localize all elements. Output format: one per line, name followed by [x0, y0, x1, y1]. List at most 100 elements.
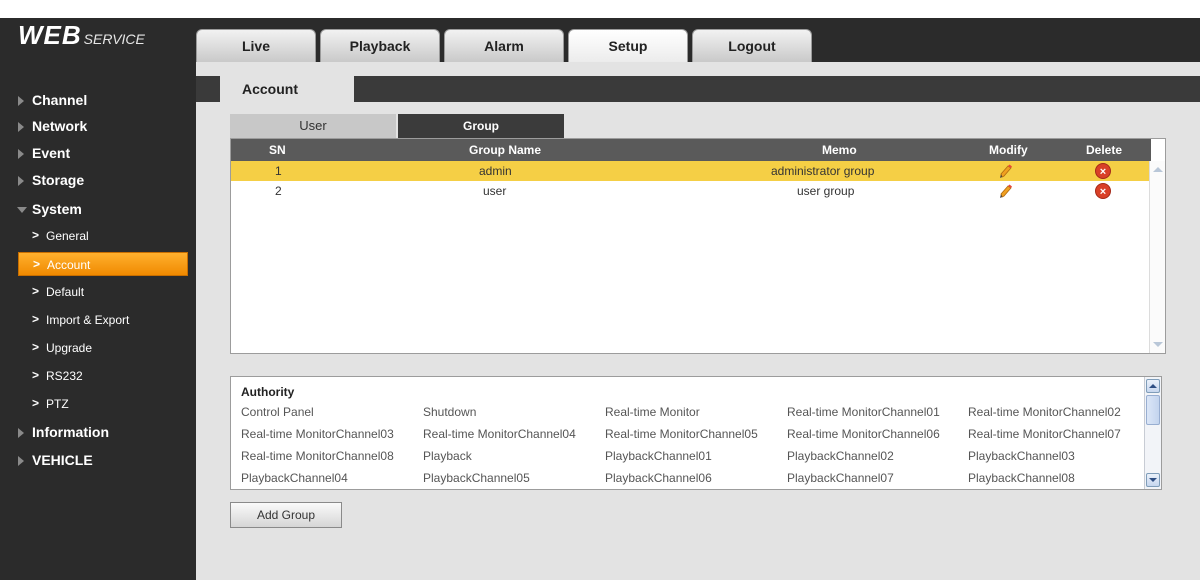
nav-tab-alarm[interactable]: Alarm: [444, 29, 564, 62]
chevron-right-icon: >: [32, 312, 40, 326]
cell-memo: administrator group: [771, 164, 875, 178]
sidebar-subitem-label: Upgrade: [46, 341, 93, 355]
cell-sn: 2: [275, 184, 282, 198]
table-row[interactable]: 2 user user group ×: [231, 181, 1149, 201]
chevron-right-icon: >: [32, 396, 40, 410]
sidebar-item-label: Network: [32, 118, 88, 134]
sidebar-subitem-default[interactable]: > Default: [18, 280, 188, 304]
header-memo: Memo: [822, 143, 857, 157]
chevron-right-icon: >: [33, 257, 41, 271]
cell-group-name: admin: [479, 164, 512, 178]
logo: WEB SERVICE: [18, 20, 145, 51]
delete-icon[interactable]: ×: [1095, 183, 1111, 199]
tab-account[interactable]: Account: [220, 75, 354, 103]
sidebar-item-event[interactable]: Event: [0, 141, 196, 167]
authority-item: Real-time MonitorChannel08: [241, 449, 394, 463]
authority-item: PlaybackChannel04: [241, 471, 348, 485]
top-header: WEB SERVICE Live Playback Alarm Setup Log…: [0, 18, 1200, 62]
authority-item: Real-time Monitor: [605, 405, 700, 419]
sidebar-subitem-rs232[interactable]: > RS232: [18, 364, 188, 388]
chevron-right-icon: >: [32, 340, 40, 354]
authority-item: Real-time MonitorChannel07: [968, 427, 1121, 441]
authority-item: Real-time MonitorChannel04: [423, 427, 576, 441]
sidebar-item-storage[interactable]: Storage: [0, 168, 196, 194]
chevron-right-icon: >: [32, 228, 40, 242]
authority-title: Authority: [241, 385, 295, 399]
cell-sn: 1: [275, 164, 282, 178]
group-table: SN Group Name Memo Modify Delete 1 admin…: [230, 138, 1166, 354]
sidebar-item-label: System: [32, 201, 82, 217]
sidebar-subitem-upgrade[interactable]: > Upgrade: [18, 336, 188, 360]
authority-item: PlaybackChannel07: [787, 471, 894, 485]
scroll-up-icon[interactable]: [1153, 167, 1163, 172]
sidebar-item-system[interactable]: System: [0, 197, 196, 223]
collapsed-triangle-icon: [18, 96, 24, 106]
sidebar-item-label: Event: [32, 145, 71, 161]
content-area: Account User Group SN Group Name Memo Mo…: [196, 62, 1200, 580]
header-group-name: Group Name: [469, 143, 542, 157]
nav-tab-logout[interactable]: Logout: [692, 29, 812, 62]
sidebar-item-label: Information: [32, 424, 109, 440]
authority-item: PlaybackChannel02: [787, 449, 894, 463]
logo-web: WEB: [18, 20, 82, 50]
sidebar-item-label: VEHICLE: [32, 452, 93, 468]
sidebar-subitem-ptz[interactable]: > PTZ: [18, 392, 188, 416]
table-scrollbar[interactable]: [1149, 161, 1165, 353]
sidebar-item-information[interactable]: Information: [0, 420, 196, 446]
sidebar-item-network[interactable]: Network: [0, 114, 196, 140]
nav-tab-live[interactable]: Live: [196, 29, 316, 62]
authority-item: PlaybackChannel05: [423, 471, 530, 485]
collapsed-triangle-icon: [18, 456, 24, 466]
sidebar-subitem-label: Account: [47, 258, 91, 272]
delete-icon[interactable]: ×: [1095, 163, 1111, 179]
sidebar-subitem-label: General: [46, 229, 89, 243]
sidebar-subitem-label: Default: [46, 285, 85, 299]
logo-service: SERVICE: [83, 31, 145, 47]
sidebar-item-label: Storage: [32, 172, 85, 188]
authority-item: Real-time MonitorChannel03: [241, 427, 394, 441]
cell-memo: user group: [797, 184, 855, 198]
authority-item: Real-time MonitorChannel06: [787, 427, 940, 441]
authority-scrollbar[interactable]: [1144, 377, 1161, 489]
pencil-icon[interactable]: [999, 183, 1013, 199]
subtab-user[interactable]: User: [230, 114, 396, 138]
scroll-down-icon[interactable]: [1146, 473, 1160, 487]
header-sn: SN: [269, 143, 286, 157]
authority-panel: Authority Control Panel Shutdown Real-ti…: [230, 376, 1162, 490]
sidebar-subitem-account[interactable]: > Account: [18, 252, 188, 276]
sidebar-item-label: Channel: [32, 92, 88, 108]
header-modify: Modify: [989, 143, 1028, 157]
chevron-right-icon: >: [32, 284, 40, 298]
sidebar-subitem-general[interactable]: > General: [18, 224, 188, 248]
scroll-down-icon[interactable]: [1153, 342, 1163, 347]
sidebar: Channel Network Event Storage System > G…: [0, 62, 196, 580]
authority-item: Real-time MonitorChannel05: [605, 427, 758, 441]
authority-item: Control Panel: [241, 405, 314, 419]
add-group-button[interactable]: Add Group: [230, 502, 342, 528]
scroll-thumb[interactable]: [1146, 395, 1160, 425]
nav-tab-playback[interactable]: Playback: [320, 29, 440, 62]
pencil-icon[interactable]: [999, 163, 1013, 179]
authority-item: PlaybackChannel06: [605, 471, 712, 485]
sidebar-item-vehicle[interactable]: VEHICLE: [0, 448, 196, 474]
cell-group-name: user: [483, 184, 507, 198]
authority-item: PlaybackChannel01: [605, 449, 712, 463]
authority-item: Playback: [423, 449, 472, 463]
sidebar-item-channel[interactable]: Channel: [0, 88, 196, 114]
table-row[interactable]: 1 admin administrator group ×: [231, 161, 1149, 181]
header-delete: Delete: [1086, 143, 1123, 157]
authority-item: Real-time MonitorChannel01: [787, 405, 940, 419]
scroll-up-icon[interactable]: [1146, 379, 1160, 393]
subtab-group[interactable]: Group: [398, 114, 564, 138]
nav-tab-setup[interactable]: Setup: [568, 29, 688, 62]
chevron-right-icon: >: [32, 368, 40, 382]
table-header: SN Group Name Memo Modify Delete: [231, 139, 1151, 161]
authority-item: PlaybackChannel03: [968, 449, 1075, 463]
authority-item: Real-time MonitorChannel02: [968, 405, 1121, 419]
sidebar-subitem-label: RS232: [46, 369, 83, 383]
sidebar-subitem-label: PTZ: [46, 397, 69, 411]
authority-item: PlaybackChannel08: [968, 471, 1075, 485]
collapsed-triangle-icon: [18, 176, 24, 186]
collapsed-triangle-icon: [18, 149, 24, 159]
sidebar-subitem-import-export[interactable]: > Import & Export: [18, 308, 188, 332]
